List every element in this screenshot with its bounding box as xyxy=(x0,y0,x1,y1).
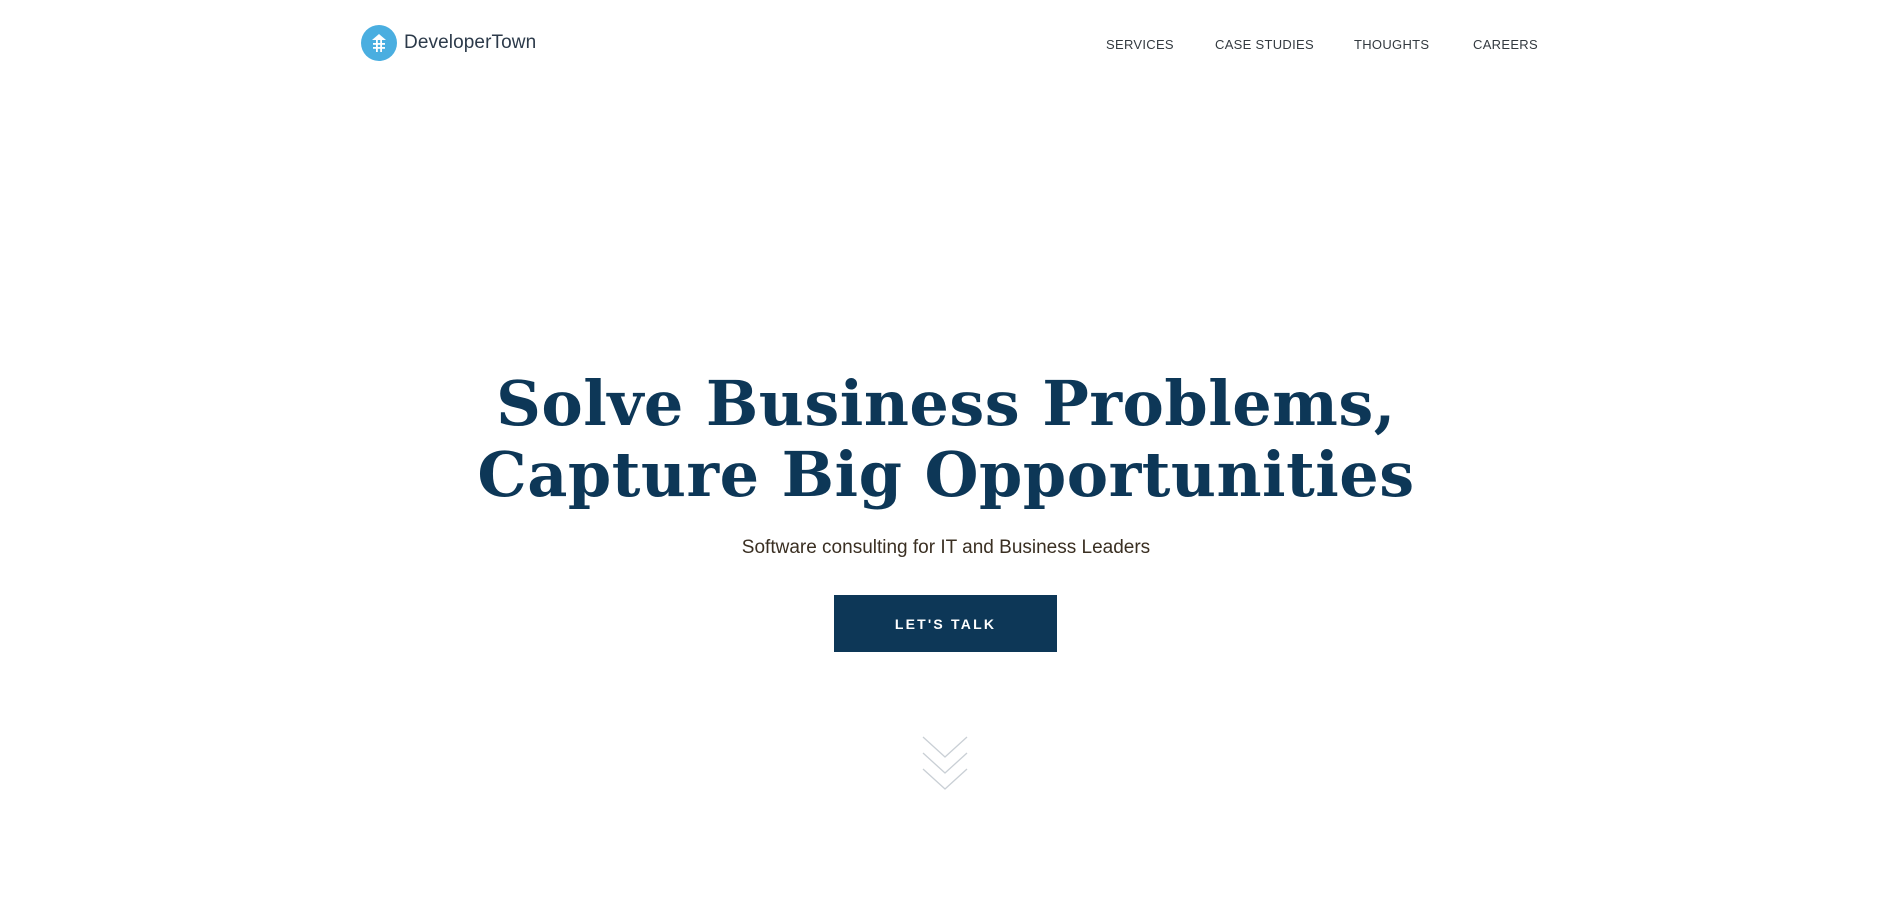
page: DeveloperTown SERVICES CASE STUDIES THOU… xyxy=(0,0,1892,901)
site-header: DeveloperTown SERVICES CASE STUDIES THOU… xyxy=(0,0,1892,88)
nav-item-case-studies[interactable]: CASE STUDIES xyxy=(1215,36,1314,54)
lets-talk-button[interactable]: LET'S TALK xyxy=(834,595,1057,652)
hero-subtitle: Software consulting for IT and Business … xyxy=(741,537,1151,558)
scroll-down-control[interactable] xyxy=(921,735,969,795)
hero-title-line-1: Solve Business Problems, xyxy=(496,367,1396,440)
hero-title: Solve Business Problems, Capture Big Opp… xyxy=(0,368,1892,510)
chevron-down-icon xyxy=(922,736,968,790)
nav-item-careers[interactable]: CAREERS xyxy=(1473,36,1538,54)
nav-item-thoughts[interactable]: THOUGHTS xyxy=(1354,36,1429,54)
main-nav: SERVICES CASE STUDIES THOUGHTS CAREERS xyxy=(0,36,1892,54)
hero-title-line-2: Capture Big Opportunities xyxy=(477,438,1415,511)
nav-item-services[interactable]: SERVICES xyxy=(1106,36,1174,54)
